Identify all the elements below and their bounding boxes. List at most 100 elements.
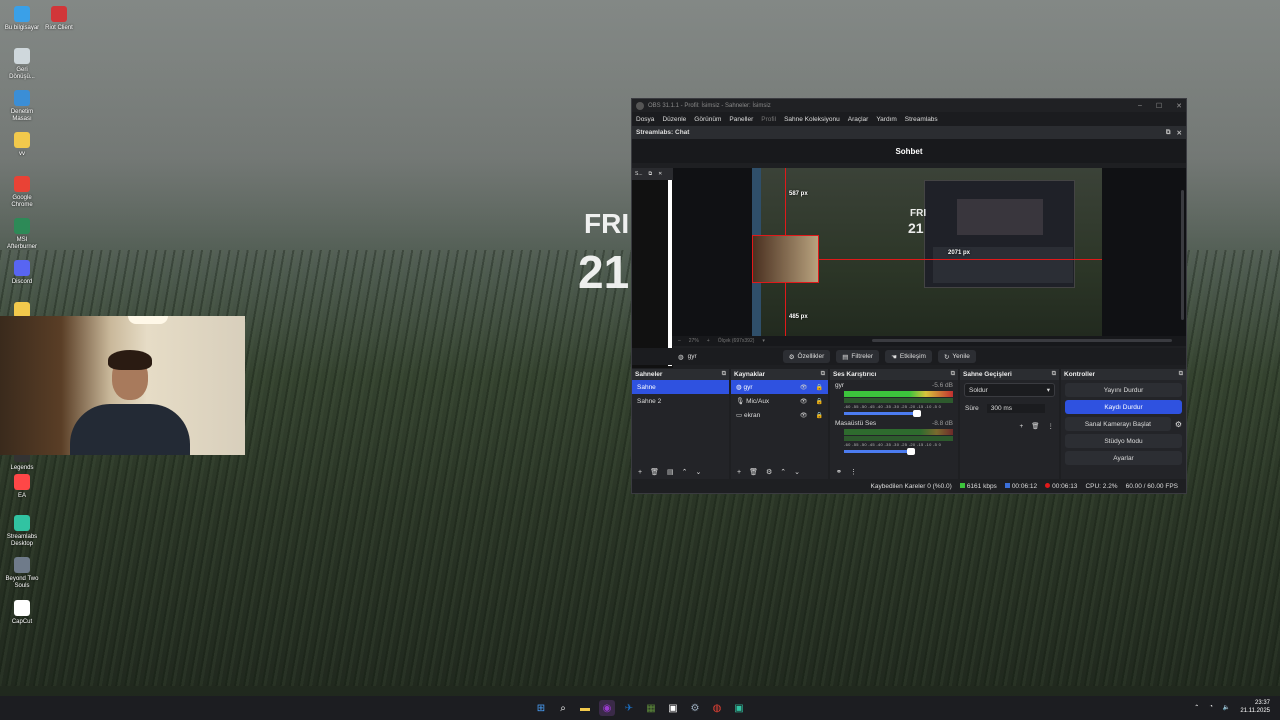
desktop-icon[interactable]: EA xyxy=(3,474,41,500)
file-explorer-icon[interactable]: ▬ xyxy=(577,700,593,716)
start-virtual-camera-button[interactable]: Sanal Kamerayı Başlat xyxy=(1065,417,1171,431)
desktop-icon[interactable]: vv xyxy=(3,132,41,158)
studio-mode-button[interactable]: Stüdyo Modu xyxy=(1065,434,1182,448)
chevron-down-icon[interactable]: ▾ xyxy=(762,338,765,344)
desktop-icon[interactable]: Bu bilgisayar xyxy=(3,6,41,32)
maximize-icon[interactable]: ☐ xyxy=(1156,102,1162,110)
settings-button[interactable]: Ayarlar xyxy=(1065,451,1182,465)
filters-button[interactable]: ▤ Filtreler xyxy=(836,350,880,363)
add-icon[interactable]: + xyxy=(1019,423,1023,430)
zoom-out-icon[interactable]: – xyxy=(678,338,681,344)
menu-item[interactable]: Yardım xyxy=(876,116,896,123)
scene-item[interactable]: Sahne xyxy=(632,380,729,394)
preview-canvas[interactable]: FRI 21 587 px 485 px 2071 px xyxy=(752,168,1102,336)
wifi-icon[interactable]: ◔ xyxy=(1209,704,1213,710)
desktop-icon[interactable]: MSI Afterburner xyxy=(3,218,41,251)
add-icon[interactable]: + xyxy=(638,469,642,476)
refresh-button[interactable]: ↻ Yenile xyxy=(937,350,976,363)
selected-webcam-source[interactable] xyxy=(752,235,819,283)
menu-item[interactable]: Profil xyxy=(761,116,776,123)
chevron-up-icon[interactable]: ⌃ xyxy=(780,468,786,476)
clock[interactable]: 23:37 21.11.2025 xyxy=(1240,699,1270,715)
float-icon[interactable]: ⧉ xyxy=(1166,129,1171,137)
mixer-channel: Masaüstü Ses -8.8 dB -60 -55 -50 -45 -40 … xyxy=(830,418,958,456)
stop-stream-button[interactable]: Yayını Durdur xyxy=(1065,383,1182,397)
desktop-icon[interactable]: CapCut xyxy=(3,600,41,626)
lock-icon[interactable]: 🔒 xyxy=(816,384,823,391)
link-icon[interactable]: ⚭ xyxy=(836,468,842,476)
volume-slider[interactable] xyxy=(844,448,915,455)
chrome-icon[interactable]: ◍ xyxy=(709,700,725,716)
preview-area[interactable]: S... ⧉ ✕ FRI 21 587 px 485 px 2071 px – 27… xyxy=(632,168,1186,368)
float-icon[interactable]: ⧉ xyxy=(821,371,825,378)
menu-item[interactable]: Streamlabs xyxy=(905,116,938,123)
chevron-down-icon[interactable]: ⌄ xyxy=(695,468,701,476)
channel-db: -8.8 dB xyxy=(932,419,953,427)
gear-icon[interactable]: ⚙ xyxy=(1175,420,1182,429)
desktop-icon[interactable]: Discord xyxy=(3,260,41,286)
preview-horizontal-scrollbar[interactable] xyxy=(872,339,1172,342)
desktop-icon[interactable]: Denetim Masası xyxy=(3,90,41,123)
duration-input[interactable]: 300 ms xyxy=(986,403,1045,413)
menu-item[interactable]: Düzenle xyxy=(662,116,686,123)
menu-item[interactable]: Paneller xyxy=(729,116,753,123)
trash-icon[interactable]: 🗑 xyxy=(749,468,758,476)
menu-item[interactable]: Sahne Koleksiyonu xyxy=(784,116,840,123)
steam-icon[interactable]: ✈ xyxy=(621,700,637,716)
eye-icon[interactable]: 👁 xyxy=(800,384,808,391)
eye-icon[interactable]: 👁 xyxy=(800,398,808,405)
source-item[interactable]: ◍ gyr 👁 🔒 xyxy=(731,380,828,394)
chevron-up-icon[interactable]: ⌃ xyxy=(1194,704,1199,711)
gear-icon[interactable]: ⚙ xyxy=(766,468,772,476)
filter-icon[interactable]: ▤ xyxy=(667,468,674,476)
more-icon[interactable]: ⋮ xyxy=(1048,422,1055,430)
desktop-icon[interactable]: Beyond Two Souls xyxy=(3,557,41,590)
close-icon[interactable]: ✕ xyxy=(1176,102,1182,110)
properties-button[interactable]: ⚙ Özellikler xyxy=(782,350,831,363)
chevron-down-icon[interactable]: ⌄ xyxy=(794,468,800,476)
obs-window[interactable]: OBS 31.1.1 - Profil: İsimsiz - Sahneler:… xyxy=(631,98,1187,494)
preview-vertical-scrollbar[interactable] xyxy=(1181,190,1184,320)
eye-icon[interactable]: 👁 xyxy=(800,412,808,419)
volume-slider[interactable] xyxy=(844,410,921,417)
windows-start-icon[interactable]: ⊞ xyxy=(533,700,549,716)
interact-button[interactable]: ☚ Etkileşim xyxy=(885,350,932,363)
lock-icon[interactable]: 🔒 xyxy=(816,412,823,419)
float-icon[interactable]: ⧉ xyxy=(1052,371,1056,378)
add-icon[interactable]: + xyxy=(737,469,741,476)
transition-select[interactable]: Soldur ▾ xyxy=(964,383,1055,397)
minimize-icon[interactable]: – xyxy=(1138,102,1142,110)
lock-icon[interactable]: 🔒 xyxy=(816,398,823,405)
scene-item[interactable]: Sahne 2 xyxy=(632,394,729,408)
desktop-icon[interactable]: Geri Dönüşü... xyxy=(3,48,41,81)
desktop-icon[interactable]: Google Chrome xyxy=(3,176,41,209)
streamlabs-icon[interactable]: ▣ xyxy=(665,700,681,716)
obs-titlebar[interactable]: OBS 31.1.1 - Profil: İsimsiz - Sahneler:… xyxy=(632,99,1186,112)
float-icon[interactable]: ⧉ xyxy=(951,371,955,378)
streamlabs-desktop-icon[interactable]: ▣ xyxy=(731,700,747,716)
close-icon[interactable]: ✕ xyxy=(1177,129,1182,137)
volume-icon[interactable]: 🔈 xyxy=(1223,704,1230,711)
float-icon[interactable]: ⧉ xyxy=(722,371,726,378)
minecraft-icon[interactable]: ▦ xyxy=(643,700,659,716)
menu-item[interactable]: Görünüm xyxy=(694,116,721,123)
chevron-up-icon[interactable]: ⌃ xyxy=(682,468,688,476)
trash-icon[interactable]: 🗑 xyxy=(650,468,659,476)
search-icon[interactable]: ⌕ xyxy=(555,700,571,716)
stop-recording-button[interactable]: Kaydı Durdur xyxy=(1065,400,1182,414)
desktop-icon[interactable]: Riot Client xyxy=(40,6,78,32)
float-icon[interactable]: ⧉ xyxy=(1179,371,1183,378)
obs-icon[interactable]: ◉ xyxy=(599,700,615,716)
source-item[interactable]: ▭ ekran 👁 🔒 xyxy=(731,408,828,422)
chat-dock-titlebar[interactable]: Streamlabs: Chat ⧉ ✕ xyxy=(632,126,1186,139)
trash-icon[interactable]: 🗑 xyxy=(1031,422,1039,430)
menu-item[interactable]: Araçlar xyxy=(848,116,869,123)
zoom-in-icon[interactable]: + xyxy=(707,338,710,344)
float-icon[interactable]: ⧉ xyxy=(649,171,653,177)
settings-icon[interactable]: ⚙ xyxy=(687,700,703,716)
close-icon[interactable]: ✕ xyxy=(658,171,662,177)
more-icon[interactable]: ⋮ xyxy=(850,468,857,476)
menu-item[interactable]: Dosya xyxy=(636,116,654,123)
desktop-icon[interactable]: Streamlabs Desktop xyxy=(3,515,41,548)
source-item[interactable]: 🎙 Mic/Aux 👁 🔒 xyxy=(731,394,828,408)
